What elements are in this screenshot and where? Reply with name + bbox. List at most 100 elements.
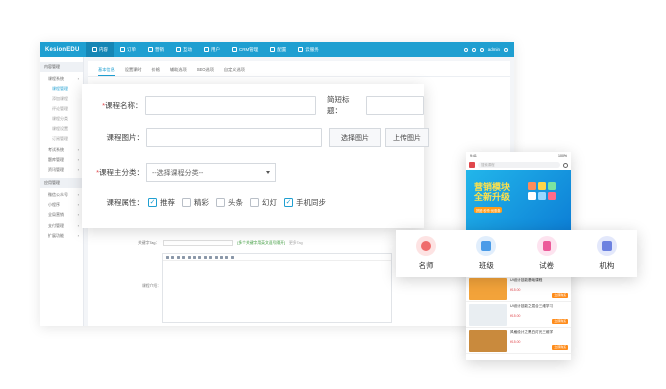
- sidebar-item[interactable]: 考试系统 ›: [40, 144, 83, 154]
- brand-logo: KesionEDU: [45, 46, 80, 53]
- nav-item-crm[interactable]: CRM管理: [226, 42, 264, 57]
- category-org[interactable]: 机构: [587, 236, 627, 271]
- list-item-text: UI设计技能之混合三维学习 ¥15.00 立即购买: [510, 304, 568, 325]
- checkbox-slideshow[interactable]: 幻灯: [250, 197, 277, 208]
- nav-label: 营销: [155, 46, 164, 52]
- nav-item-users[interactable]: 用户: [198, 42, 226, 57]
- list-icon[interactable]: [192, 255, 196, 259]
- tab-options[interactable]: 辅助选项: [170, 67, 187, 76]
- power-icon[interactable]: [504, 47, 508, 52]
- checkbox-headline[interactable]: 头条: [216, 197, 243, 208]
- category-paper[interactable]: 试卷: [527, 236, 567, 271]
- tab-seo[interactable]: SEO选项: [197, 67, 214, 76]
- undo-icon[interactable]: [225, 255, 229, 259]
- redo-icon[interactable]: [230, 255, 234, 259]
- buy-button[interactable]: 立即购买: [552, 292, 568, 298]
- cart-icon: [120, 47, 125, 52]
- buy-button[interactable]: 立即购买: [552, 318, 568, 324]
- nav-item-cloud[interactable]: 云服务: [292, 42, 325, 57]
- italic-icon[interactable]: [171, 255, 175, 259]
- sidebar-item[interactable]: 小程序 ›: [40, 200, 83, 210]
- tile-icon: [538, 192, 546, 200]
- top-nav-bar: KesionEDU 内容 订单 营销 互动 用户 CRM管理 配置 云服务 ad…: [40, 42, 514, 57]
- phone-search-input[interactable]: 搜索课程: [478, 162, 560, 168]
- crm-icon: [232, 47, 237, 52]
- category-class[interactable]: 班级: [466, 236, 506, 271]
- nav-item-config[interactable]: 配置: [264, 42, 292, 57]
- course-title-input[interactable]: [144, 95, 316, 115]
- list-item-title: UI设计技能之混合三维学习: [510, 304, 554, 308]
- message-icon[interactable]: [563, 162, 568, 168]
- checkbox-mobile-sync[interactable]: ✓ 手机同步: [284, 197, 326, 208]
- gear-icon: [270, 47, 276, 52]
- sidebar-item[interactable]: 课程系统 ›: [40, 74, 83, 84]
- tile-icon: [548, 182, 556, 190]
- sidebar-subitem[interactable]: 课程管理: [40, 84, 83, 94]
- sidebar-item[interactable]: 扩展功能 ›: [40, 231, 83, 241]
- tab-lessons[interactable]: 设置课时: [125, 67, 142, 76]
- sidebar-subitem[interactable]: 课程分类: [40, 114, 83, 124]
- rich-text-editor[interactable]: [162, 253, 392, 323]
- course-category-select[interactable]: --选择课程分类--: [146, 163, 276, 182]
- chevron-right-icon: ›: [77, 202, 79, 208]
- upload-image-button[interactable]: 上传图片: [385, 128, 429, 147]
- chevron-right-icon: ›: [77, 167, 79, 173]
- user-icon: [204, 47, 209, 52]
- home-icon[interactable]: [463, 47, 468, 52]
- bold-icon[interactable]: [166, 255, 169, 259]
- category-teacher[interactable]: 名师: [406, 236, 446, 271]
- list-item[interactable]: UI设计技能基础课程 ¥15.00 立即购买: [466, 276, 571, 302]
- nav-item-interaction[interactable]: 互动: [170, 42, 198, 57]
- category-label: 试卷: [539, 261, 555, 270]
- more-tags-link[interactable]: 更多Tag: [289, 241, 303, 246]
- align-left-icon[interactable]: [182, 255, 186, 259]
- sidebar-subitem[interactable]: 课程设置: [40, 124, 83, 134]
- tab-custom[interactable]: 自定义选项: [224, 67, 245, 76]
- chevron-right-icon: ›: [77, 222, 79, 228]
- nav-item-marketing[interactable]: 营销: [142, 42, 170, 57]
- checkbox-recommend[interactable]: ✓ 推荐: [148, 197, 175, 208]
- sidebar-subitem[interactable]: 订阅管理: [40, 134, 83, 144]
- align-center-icon[interactable]: [187, 255, 191, 259]
- link-icon[interactable]: [198, 255, 202, 259]
- status-battery: 100%: [558, 154, 567, 158]
- list-item-price: ¥15.00: [510, 314, 521, 318]
- class-icon: [476, 236, 497, 256]
- tab-basic-info[interactable]: 基本信息: [98, 67, 115, 76]
- sidebar-subitem[interactable]: 添加课程: [40, 94, 83, 104]
- sidebar-section-apps: 应用管理: [40, 177, 83, 188]
- nav-label: 互动: [183, 46, 192, 52]
- user-menu[interactable]: admin: [488, 47, 500, 52]
- promo-banner[interactable]: 营销模块 全新升级 拼团·秒杀·优惠券: [466, 170, 571, 230]
- list-item[interactable]: UI设计技能之混合三维学习 ¥15.00 立即购买: [466, 302, 571, 328]
- buy-button[interactable]: 立即购买: [552, 344, 568, 350]
- keyword-tag-input[interactable]: [163, 240, 234, 246]
- edit-tabs: 基本信息 设置课时 价格 辅助选项 SEO选项 自定义选项: [88, 61, 510, 77]
- sidebar-item-label: 考试系统: [48, 146, 64, 152]
- short-title-label: 简短标题：: [326, 95, 350, 115]
- sidebar-subitem[interactable]: 评论管理: [40, 104, 83, 114]
- sidebar-item[interactable]: 全局营销 ›: [40, 210, 83, 220]
- checkbox-checked: ✓: [284, 198, 293, 207]
- nav-item-content[interactable]: 内容: [86, 42, 114, 57]
- table-icon[interactable]: [209, 255, 213, 259]
- image-icon[interactable]: [203, 255, 207, 259]
- tab-price[interactable]: 价格: [152, 67, 160, 76]
- sidebar-item[interactable]: 资讯管理 ›: [40, 165, 83, 175]
- checkbox-featured[interactable]: 精彩: [182, 197, 209, 208]
- short-title-input[interactable]: [365, 95, 424, 115]
- sidebar-item[interactable]: 微信公众号 ›: [40, 190, 83, 200]
- underline-icon[interactable]: [176, 255, 180, 259]
- sidebar-item[interactable]: 支付管理 ›: [40, 221, 83, 231]
- refresh-icon[interactable]: [471, 47, 476, 52]
- select-image-button[interactable]: 选择图片: [329, 128, 381, 147]
- code-icon[interactable]: [219, 255, 223, 259]
- bell-icon[interactable]: [479, 47, 484, 52]
- checkbox-unchecked: [250, 198, 259, 207]
- course-image-input[interactable]: [146, 128, 322, 147]
- sidebar-item[interactable]: 题库管理 ›: [40, 155, 83, 165]
- phone-search-bar: 搜索课程: [466, 160, 571, 170]
- video-icon[interactable]: [214, 255, 218, 259]
- nav-item-orders[interactable]: 订单: [114, 42, 142, 57]
- list-item[interactable]: 风格设计之黑白灯光三维学 ¥15.00 立即购买: [466, 328, 571, 354]
